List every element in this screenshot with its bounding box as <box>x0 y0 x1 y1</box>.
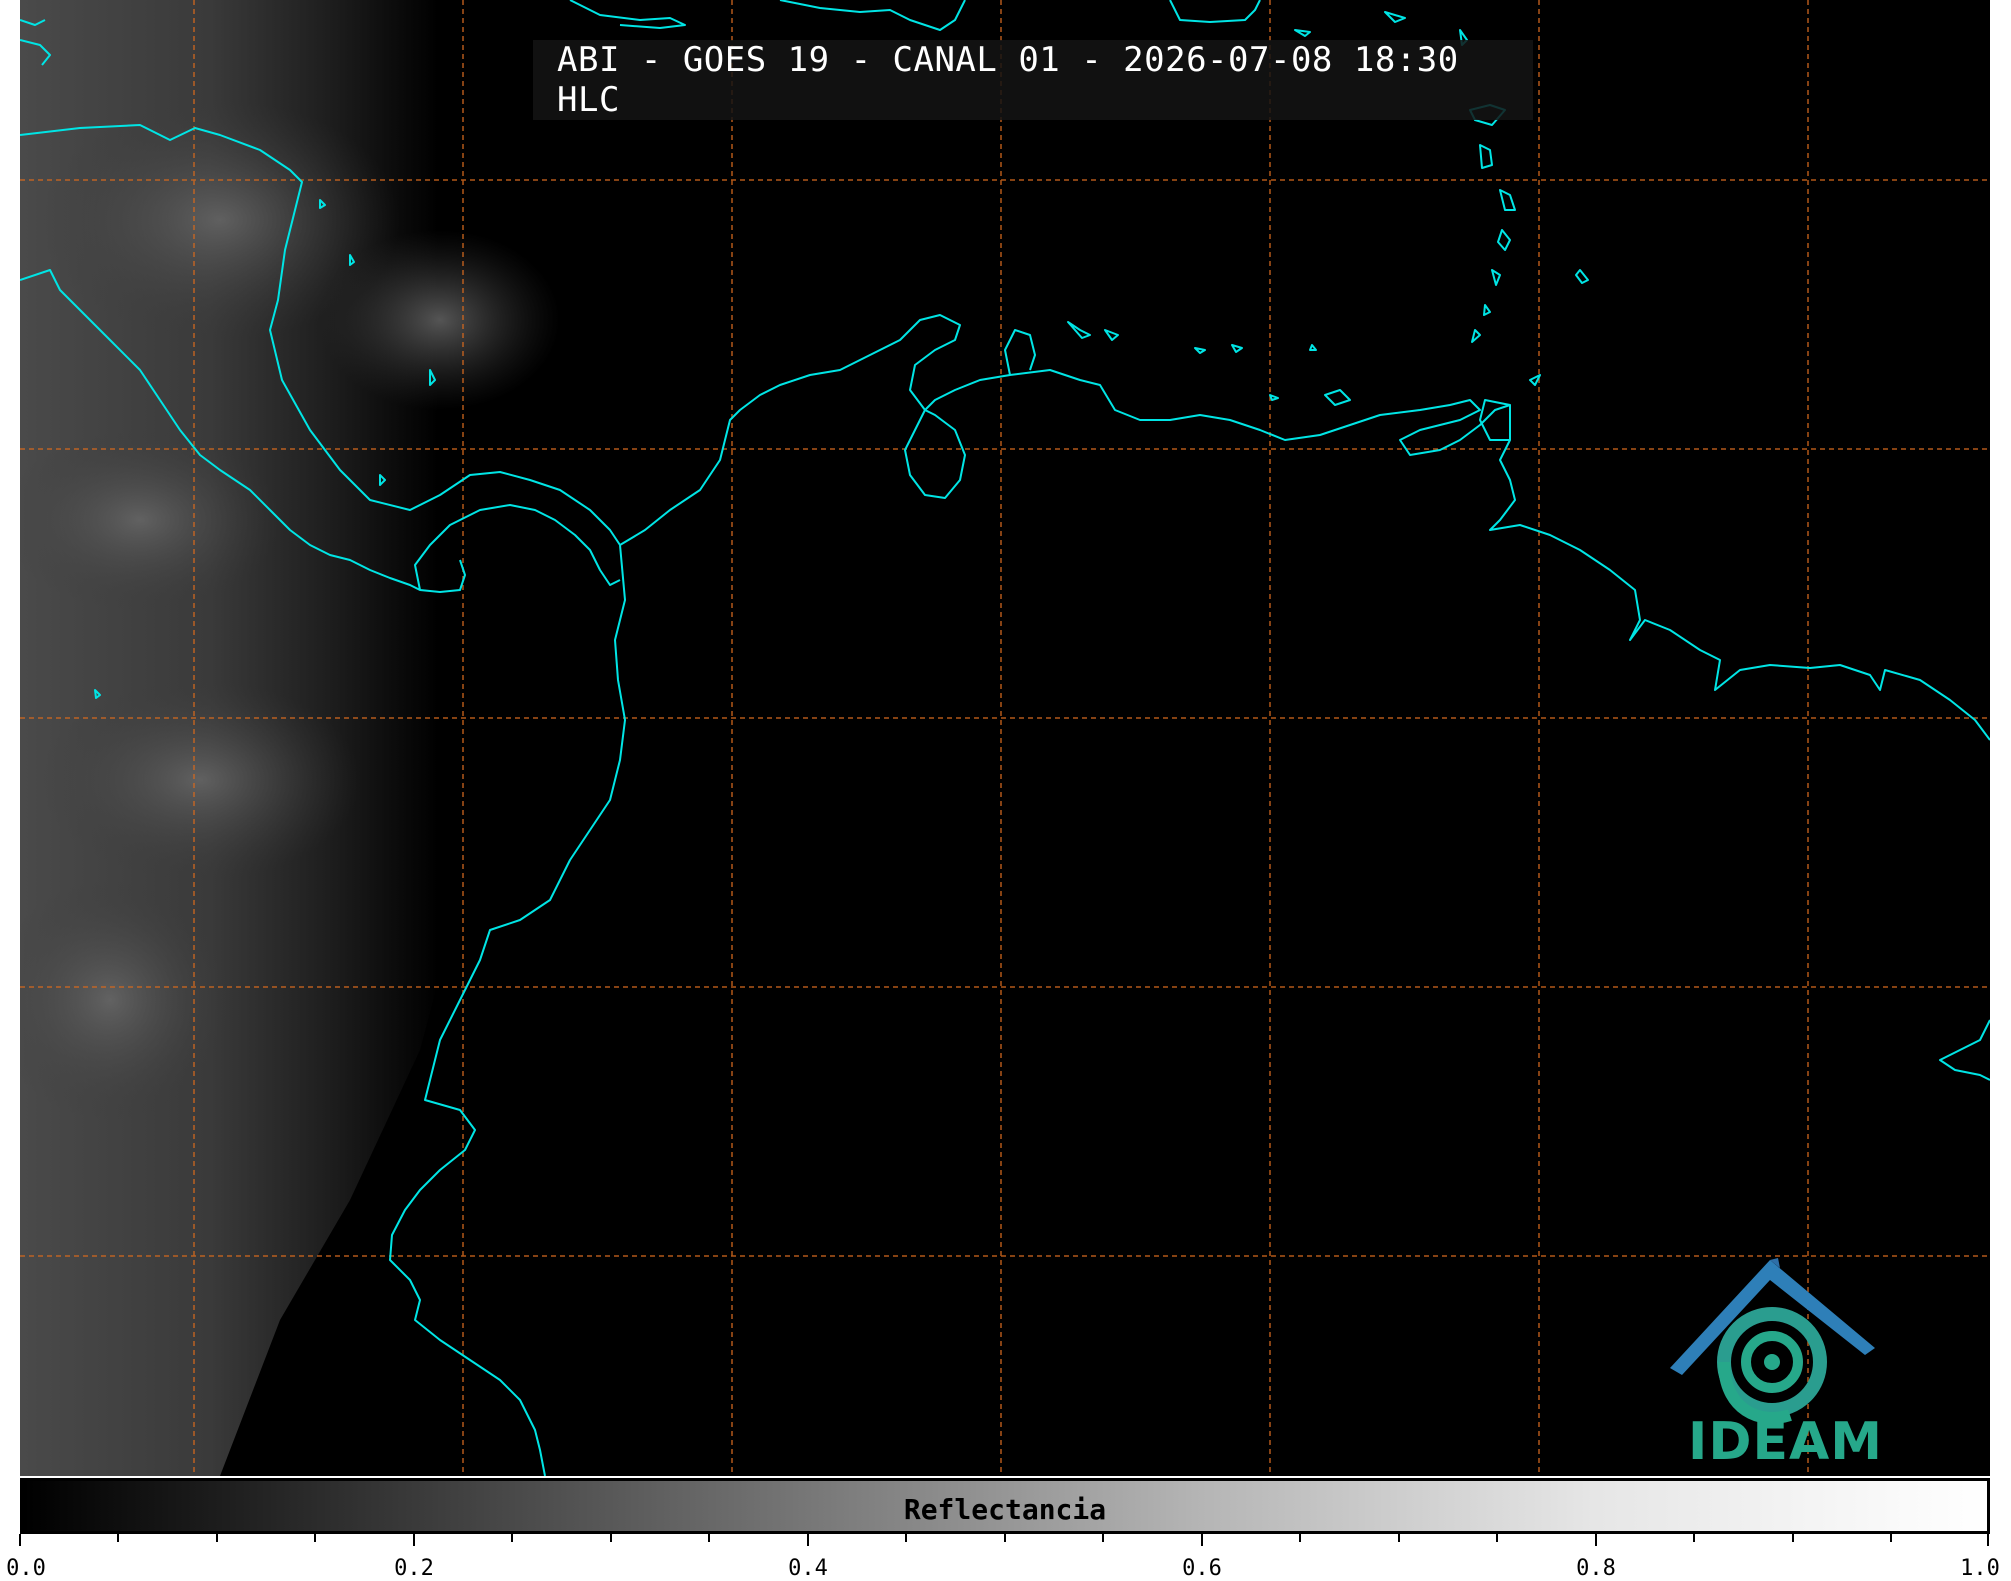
colorbar-label: Reflectancia <box>903 1493 1107 1526</box>
tick-label-2: 0.4 <box>788 1556 828 1581</box>
tick-label-0: 0.0 <box>6 1556 46 1581</box>
colorbar-ticks: 0.0 0.2 0.4 0.6 0.8 1.0 <box>0 1534 2011 1581</box>
tick-label-5: 1.0 <box>1960 1556 2000 1581</box>
map-title: ABI - GOES 19 - CANAL 01 - 2026-07-08 18… <box>533 40 1533 120</box>
colorbar: Reflectancia <box>20 1478 1990 1534</box>
tick-label-1: 0.2 <box>394 1556 434 1581</box>
tick-label-4: 0.8 <box>1576 1556 1616 1581</box>
colorbar-tick-marks <box>19 1534 1989 1546</box>
ideam-logo-text: IDEAM <box>1688 1412 1884 1472</box>
tick-label-3: 0.6 <box>1182 1556 1222 1581</box>
